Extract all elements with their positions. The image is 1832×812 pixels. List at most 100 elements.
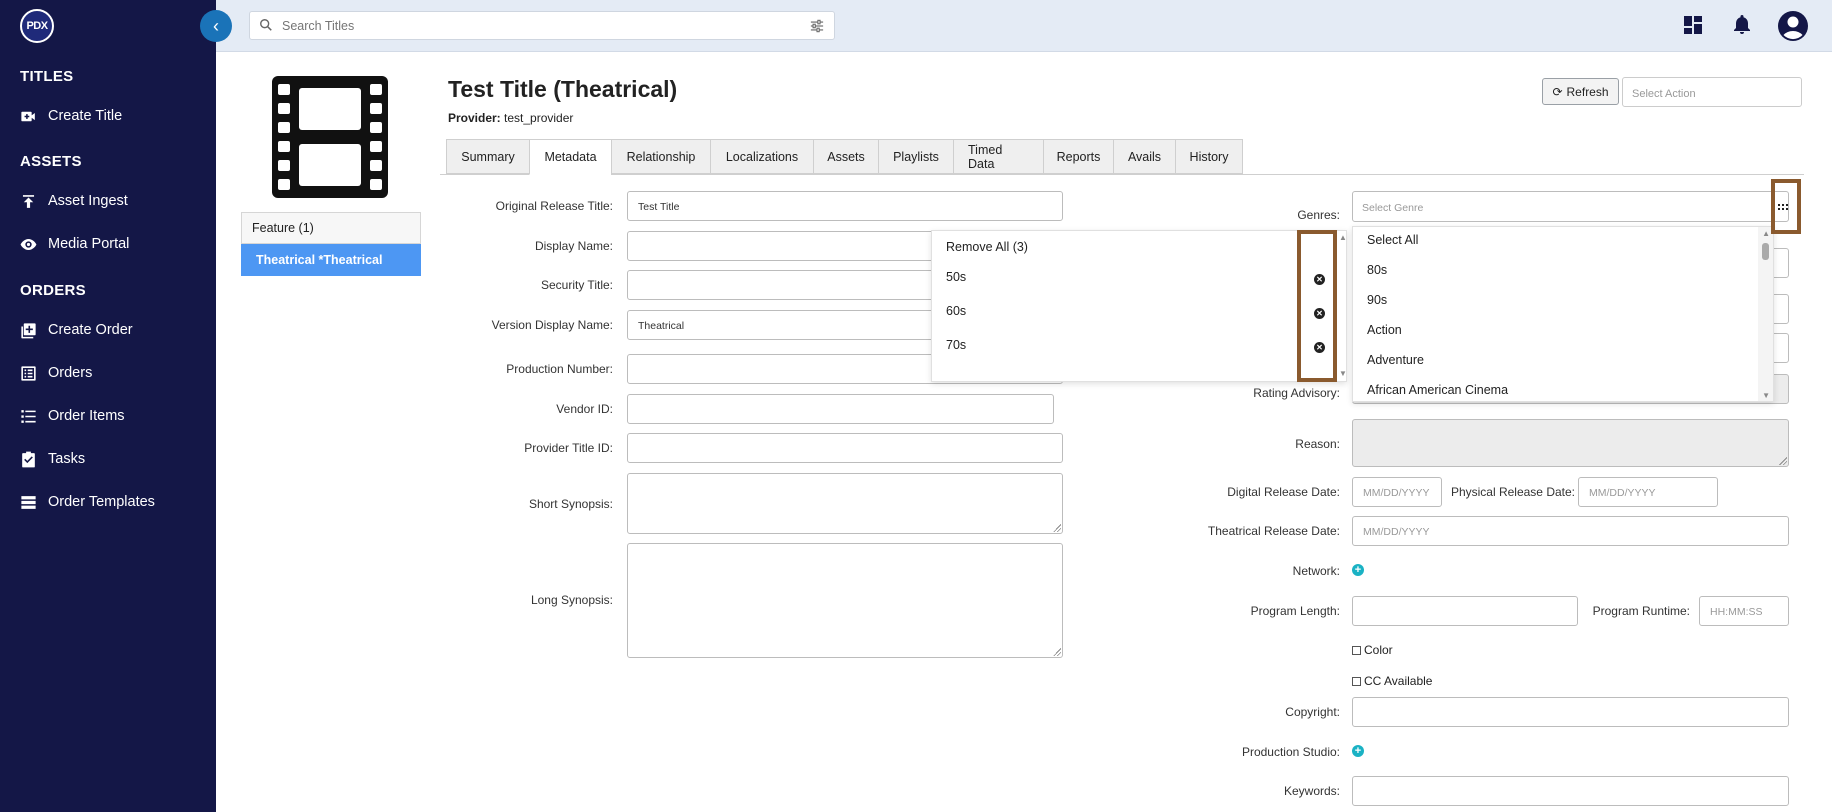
- genre-option[interactable]: Adventure: [1367, 353, 1424, 367]
- tab-assets[interactable]: Assets: [813, 139, 878, 174]
- scroll-down-icon[interactable]: ▼: [1762, 391, 1770, 400]
- provider-value: test_provider: [504, 111, 574, 125]
- resize-grip-icon: [1779, 457, 1787, 465]
- rating-advisory-label: Rating Advisory:: [1253, 386, 1340, 400]
- copyright-field[interactable]: [1352, 697, 1789, 727]
- tab-relationship[interactable]: Relationship: [611, 139, 710, 174]
- original-release-title-field[interactable]: Test Title: [627, 191, 1063, 221]
- tab-avails[interactable]: Avails: [1113, 139, 1175, 174]
- sidebar-item-create-order[interactable]: Create Order: [18, 318, 133, 342]
- sidebar-item-label: Orders: [48, 365, 93, 381]
- cc-available-checkbox-row[interactable]: CC Available: [1352, 674, 1432, 688]
- original-release-title-label: Original Release Title:: [495, 199, 613, 213]
- production-number-label: Production Number:: [506, 362, 613, 376]
- program-runtime-field[interactable]: HH:MM:SS: [1699, 596, 1789, 626]
- sidebar-item-label: Create Title: [48, 108, 123, 124]
- theatrical-release-date-field[interactable]: MM/DD/YYYY: [1352, 516, 1789, 546]
- sidebar-heading-assets: ASSETS: [20, 153, 82, 170]
- search-icon: [260, 19, 272, 31]
- sidebar-item-media-portal[interactable]: Media Portal: [18, 232, 129, 256]
- tab-playlists[interactable]: Playlists: [878, 139, 953, 174]
- color-checkbox-row[interactable]: Color: [1352, 643, 1393, 657]
- tab-summary[interactable]: Summary: [446, 139, 529, 174]
- reason-label: Reason:: [1295, 437, 1340, 451]
- sidebar-item-label: Order Templates: [48, 494, 155, 510]
- cc-available-checkbox-label: CC Available: [1364, 674, 1433, 688]
- add-production-studio-icon[interactable]: +: [1352, 745, 1364, 757]
- refresh-button[interactable]: ⟳ Refresh: [1542, 78, 1619, 105]
- version-item-feature[interactable]: Feature (1): [241, 212, 421, 244]
- table-icon: [18, 492, 38, 512]
- filter-sliders-icon[interactable]: [810, 19, 824, 33]
- scroll-up-icon[interactable]: ▲: [1762, 229, 1770, 238]
- version-list: Feature (1) Theatrical *Theatrical: [241, 212, 421, 276]
- select-action-dropdown[interactable]: Select Action: [1622, 77, 1802, 107]
- copyright-label: Copyright:: [1285, 705, 1340, 719]
- add-network-icon[interactable]: +: [1352, 564, 1364, 576]
- provider-title-id-field[interactable]: [627, 433, 1063, 463]
- logo[interactable]: PDX: [20, 9, 54, 43]
- vendor-id-field[interactable]: [627, 394, 1054, 424]
- grid-dots-icon[interactable]: [1777, 201, 1789, 213]
- scroll-up-icon[interactable]: ▲: [1339, 233, 1347, 242]
- tab-timed-data[interactable]: Timed Data: [953, 139, 1043, 174]
- genre-option[interactable]: 90s: [1367, 293, 1387, 307]
- sidebar: PDX TITLES Create Title ASSETS Asset Ing…: [0, 0, 216, 812]
- genre-option[interactable]: 80s: [1367, 263, 1387, 277]
- sidebar-item-label: Media Portal: [48, 236, 130, 252]
- sidebar-item-asset-ingest[interactable]: Asset Ingest: [18, 189, 128, 213]
- network-label: Network:: [1292, 564, 1340, 578]
- account-icon[interactable]: [1777, 10, 1808, 41]
- keywords-label: Keywords:: [1283, 784, 1340, 798]
- genre-options-list: Select All 80s 90s Action Adventure Afri…: [1352, 226, 1774, 402]
- remove-genre-icon[interactable]: ✕: [1314, 308, 1325, 319]
- scroll-down-icon[interactable]: ▼: [1339, 369, 1347, 378]
- genres-label: Genres:: [1297, 208, 1340, 222]
- short-synopsis-label: Short Synopsis:: [528, 497, 613, 511]
- film-poster-icon: [272, 76, 388, 198]
- video-plus-icon: [18, 106, 38, 126]
- sidebar-item-order-items[interactable]: Order Items: [18, 404, 125, 428]
- version-display-name-label: Version Display Name:: [491, 318, 613, 332]
- genre-scrollbar-thumb[interactable]: [1762, 243, 1769, 260]
- bell-icon[interactable]: [1730, 13, 1754, 37]
- list-icon: [18, 406, 38, 426]
- tab-metadata[interactable]: Metadata: [529, 139, 611, 175]
- color-checkbox-label: Color: [1364, 643, 1393, 657]
- tab-reports[interactable]: Reports: [1043, 139, 1113, 174]
- genre-option[interactable]: Action: [1367, 323, 1402, 337]
- tab-history[interactable]: History: [1175, 139, 1243, 174]
- genre-option-select-all[interactable]: Select All: [1367, 233, 1418, 247]
- refresh-label: Refresh: [1566, 84, 1609, 99]
- color-checkbox[interactable]: [1352, 645, 1361, 655]
- keywords-field[interactable]: [1352, 776, 1789, 806]
- reason-field: [1352, 419, 1789, 467]
- physical-release-date-field[interactable]: MM/DD/YYYY: [1578, 477, 1718, 507]
- remove-genre-icon[interactable]: ✕: [1314, 342, 1325, 353]
- tab-localizations[interactable]: Localizations: [710, 139, 813, 174]
- cc-available-checkbox[interactable]: [1352, 676, 1361, 686]
- sidebar-item-label: Order Items: [48, 408, 125, 424]
- digital-release-date-field[interactable]: MM/DD/YYYY: [1352, 477, 1442, 507]
- sidebar-item-order-templates[interactable]: Order Templates: [18, 490, 155, 514]
- remove-all-link[interactable]: Remove All (3): [946, 240, 1028, 254]
- search-input[interactable]: [280, 16, 780, 36]
- genre-option[interactable]: African American Cinema: [1367, 383, 1508, 397]
- refresh-icon: ⟳: [1552, 84, 1563, 99]
- tab-divider: [440, 174, 1804, 175]
- program-length-field[interactable]: [1352, 596, 1578, 626]
- selected-genres-panel: Remove All (3) 50s ✕ 60s ✕ 70s ✕ ▲ ▼: [931, 230, 1347, 382]
- genre-select[interactable]: Select Genre: [1352, 191, 1789, 222]
- sidebar-item-create-title[interactable]: Create Title: [18, 104, 122, 128]
- dashboard-icon[interactable]: [1681, 13, 1705, 37]
- sidebar-item-label: Tasks: [48, 451, 86, 467]
- sidebar-item-orders[interactable]: Orders: [18, 361, 92, 385]
- remove-genre-icon[interactable]: ✕: [1314, 274, 1325, 285]
- short-synopsis-textarea[interactable]: [627, 473, 1063, 534]
- long-synopsis-textarea[interactable]: [627, 543, 1063, 658]
- collapse-sidebar-button[interactable]: ‹: [200, 10, 232, 42]
- resize-grip-icon[interactable]: [1053, 524, 1061, 532]
- version-item-theatrical[interactable]: Theatrical *Theatrical: [241, 244, 421, 276]
- sidebar-item-tasks[interactable]: Tasks: [18, 447, 85, 471]
- resize-grip-icon[interactable]: [1053, 648, 1061, 656]
